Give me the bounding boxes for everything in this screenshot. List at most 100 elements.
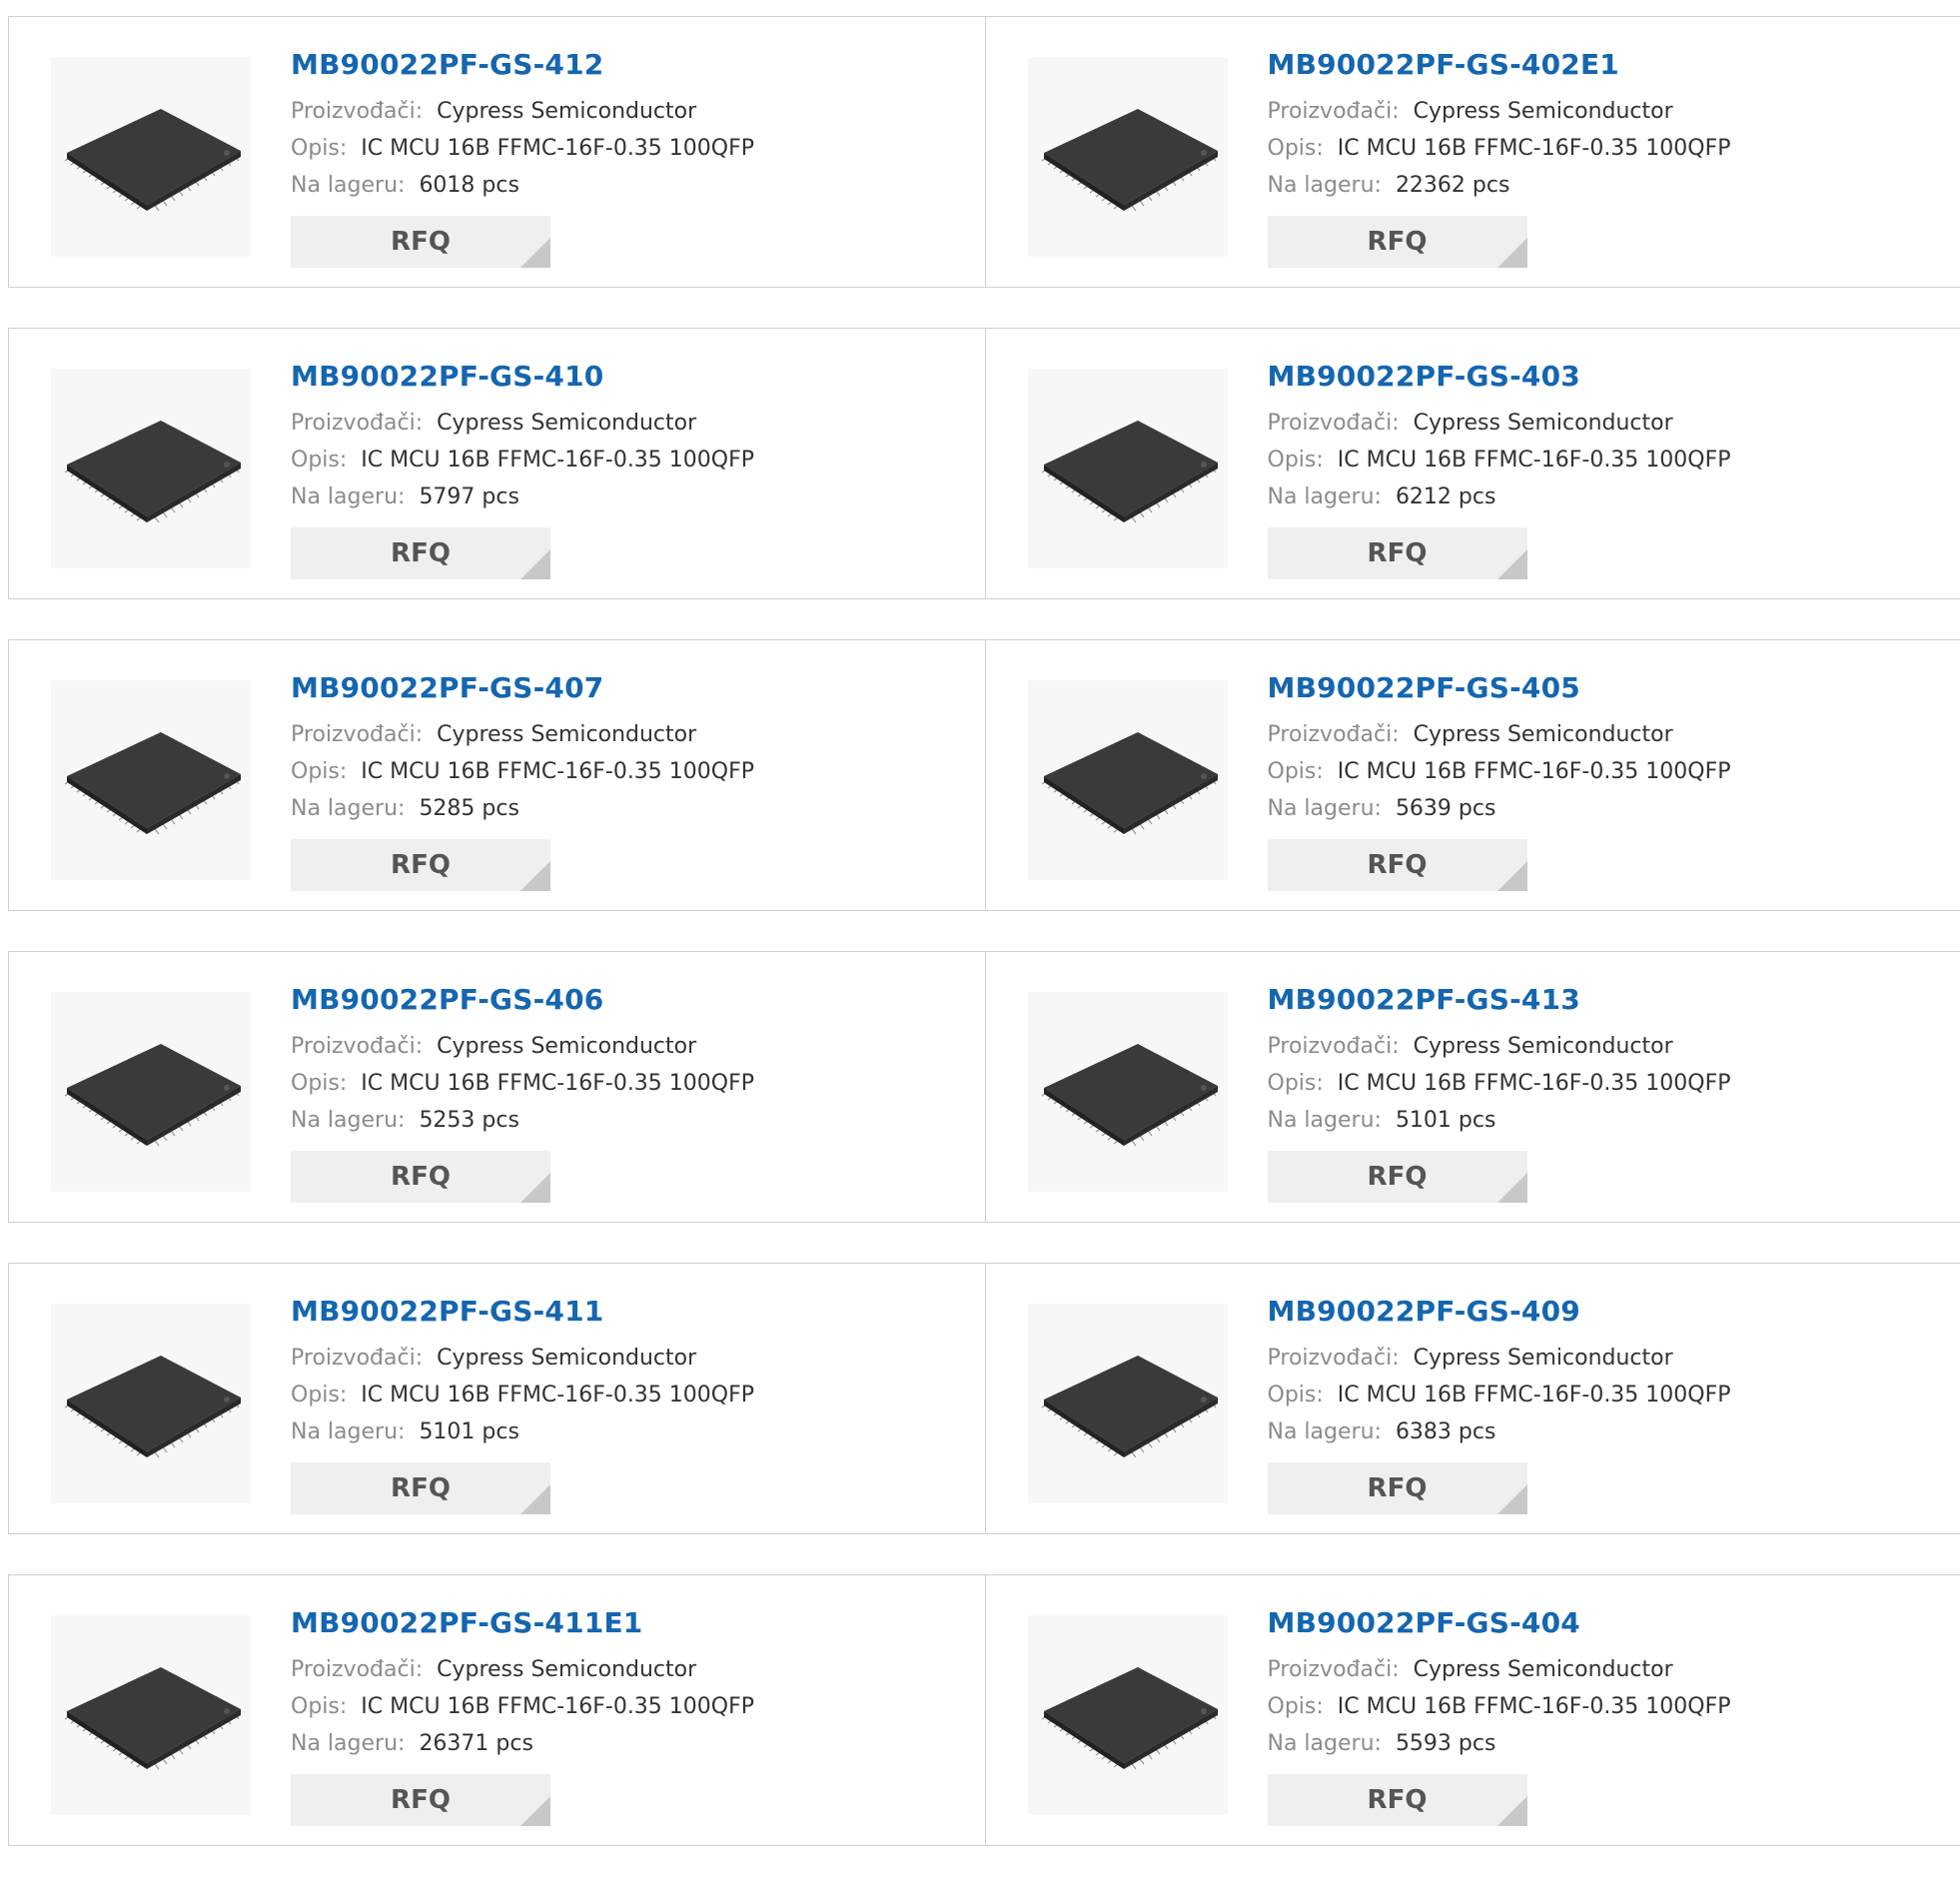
stock-value: 5101 pcs <box>1396 1108 1496 1133</box>
stock-row: Na lageru:5285 pcs <box>291 790 965 827</box>
product-card: MB90022PF-GS-402E1 Proizvođači:Cypress S… <box>986 17 1960 287</box>
stock-label: Na lageru: <box>291 1108 405 1133</box>
product-image[interactable] <box>51 57 251 257</box>
stock-label: Na lageru: <box>291 1731 405 1756</box>
rfq-button-label: RFQ <box>391 850 451 880</box>
description-row: Opis:IC MCU 16B FFMC-16F-0.35 100QFP <box>1268 1377 1941 1414</box>
manufacturer-label: Proizvođači: <box>291 1346 423 1371</box>
stock-label: Na lageru: <box>291 173 405 198</box>
product-image[interactable] <box>1028 57 1228 257</box>
description-label: Opis: <box>291 136 347 161</box>
description-row: Opis:IC MCU 16B FFMC-16F-0.35 100QFP <box>1268 1688 1941 1725</box>
product-title-link[interactable]: MB90022PF-GS-411E1 <box>291 1605 965 1641</box>
product-image[interactable] <box>1028 1304 1228 1503</box>
qfp-chip-icon <box>51 992 251 1192</box>
manufacturer-label: Proizvođači: <box>1268 1346 1400 1371</box>
stock-row: Na lageru:5253 pcs <box>291 1102 965 1139</box>
stock-value: 5797 pcs <box>419 484 519 509</box>
product-title-link[interactable]: MB90022PF-GS-405 <box>1268 670 1941 706</box>
manufacturer-label: Proizvođači: <box>291 411 423 436</box>
stock-row: Na lageru: 5101 pcs <box>1268 1102 1941 1139</box>
manufacturer-label: Proizvođači: <box>1268 99 1400 124</box>
description-label: Opis: <box>291 759 347 784</box>
product-image[interactable] <box>1028 1615 1228 1815</box>
manufacturer-value: Cypress Semiconductor <box>1414 411 1673 436</box>
product-row: MB90022PF-GS-407 Proizvođači:Cypress Sem… <box>8 639 1960 911</box>
product-title-link[interactable]: MB90022PF-GS-411 <box>291 1294 965 1330</box>
stock-row: Na lageru:5101 pcs <box>291 1414 965 1450</box>
rfq-button[interactable]: RFQ <box>291 216 550 268</box>
description-value: IC MCU 16B FFMC-16F-0.35 100QFP <box>361 1694 754 1719</box>
rfq-button[interactable]: RFQ <box>1268 1774 1527 1826</box>
rfq-button[interactable]: RFQ <box>1268 1151 1527 1203</box>
product-image[interactable] <box>1028 369 1228 568</box>
manufacturer-label: Proizvođači: <box>291 99 423 124</box>
rfq-button[interactable]: RFQ <box>291 527 550 579</box>
product-title-link[interactable]: MB90022PF-GS-402E1 <box>1268 47 1941 83</box>
product-title-link[interactable]: MB90022PF-GS-412 <box>291 47 965 83</box>
product-title-link[interactable]: MB90022PF-GS-403 <box>1268 359 1941 395</box>
description-label: Opis: <box>291 448 347 472</box>
product-card: MB90022PF-GS-404 Proizvođači:Cypress Sem… <box>986 1575 1960 1845</box>
manufacturer-value: Cypress Semiconductor <box>437 722 696 747</box>
product-image[interactable] <box>51 992 251 1192</box>
corner-decoration <box>520 1173 550 1203</box>
rfq-button[interactable]: RFQ <box>291 1151 550 1203</box>
product-row: MB90022PF-GS-410 Proizvođači:Cypress Sem… <box>8 328 1960 599</box>
product-image[interactable] <box>51 1304 251 1503</box>
product-image[interactable] <box>1028 680 1228 880</box>
qfp-chip-icon <box>51 680 251 880</box>
rfq-button-label: RFQ <box>1368 850 1428 880</box>
product-title-link[interactable]: MB90022PF-GS-404 <box>1268 1605 1941 1641</box>
manufacturer-row: Proizvođači:Cypress Semiconductor <box>1268 716 1941 753</box>
corner-decoration <box>520 1484 550 1514</box>
product-row: MB90022PF-GS-411 Proizvođači: Cypress Sem… <box>8 1263 1960 1534</box>
manufacturer-row: Proizvođači:Cypress Semiconductor <box>1268 405 1941 442</box>
rfq-button[interactable]: RFQ <box>291 1774 550 1826</box>
manufacturer-row: Proizvođači: Cypress Semiconductor <box>1268 1340 1941 1377</box>
stock-label: Na lageru: <box>291 1419 405 1444</box>
description-row: Opis:IC MCU 16B FFMC-16F-0.35 100QFP <box>1268 753 1941 790</box>
rfq-button[interactable]: RFQ <box>1268 1462 1527 1514</box>
manufacturer-row: Proizvođači:Cypress Semiconductor <box>1268 1651 1941 1688</box>
qfp-chip-icon <box>51 57 251 257</box>
product-title-link[interactable]: MB90022PF-GS-406 <box>291 982 965 1018</box>
rfq-button[interactable]: RFQ <box>1268 839 1527 891</box>
corner-decoration <box>1497 1796 1527 1826</box>
product-title-link[interactable]: MB90022PF-GS-407 <box>291 670 965 706</box>
manufacturer-value: Cypress Semiconductor <box>437 1034 696 1059</box>
product-image[interactable] <box>51 369 251 568</box>
product-image[interactable] <box>51 1615 251 1815</box>
stock-value: 6383 pcs <box>1396 1419 1496 1444</box>
stock-label: Na lageru: <box>1268 796 1382 821</box>
stock-row: Na lageru:6383 pcs <box>1268 1414 1941 1450</box>
rfq-button-label: RFQ <box>391 1473 451 1503</box>
manufacturer-value: Cypress Semiconductor <box>1414 1346 1673 1371</box>
stock-label: Na lageru: <box>1268 1108 1382 1133</box>
description-label: Opis: <box>1268 136 1324 161</box>
rfq-button-label: RFQ <box>391 1162 451 1192</box>
stock-value: 6212 pcs <box>1396 484 1496 509</box>
corner-decoration <box>1497 861 1527 891</box>
qfp-chip-icon <box>1028 1304 1228 1503</box>
product-image[interactable] <box>1028 992 1228 1192</box>
rfq-button[interactable]: RFQ <box>291 839 550 891</box>
rfq-button[interactable]: RFQ <box>1268 527 1527 579</box>
rfq-button-label: RFQ <box>1368 1785 1428 1815</box>
stock-label: Na lageru: <box>291 796 405 821</box>
rfq-button-label: RFQ <box>1368 227 1428 257</box>
manufacturer-row: Proizvođači:Cypress Semiconductor <box>291 716 965 753</box>
rfq-button[interactable]: RFQ <box>291 1462 550 1514</box>
product-title-link[interactable]: MB90022PF-GS-413 <box>1268 982 1941 1018</box>
product-grid: MB90022PF-GS-412 Proizvođači: Cypress Sem… <box>8 16 1960 1886</box>
qfp-chip-icon <box>51 1304 251 1503</box>
corner-decoration <box>1497 238 1527 268</box>
rfq-button[interactable]: RFQ <box>1268 216 1527 268</box>
corner-decoration <box>520 549 550 579</box>
manufacturer-label: Proizvođači: <box>1268 1657 1400 1682</box>
rfq-button-label: RFQ <box>391 538 451 568</box>
product-title-link[interactable]: MB90022PF-GS-410 <box>291 359 965 395</box>
product-title-link[interactable]: MB90022PF-GS-409 <box>1268 1294 1941 1330</box>
manufacturer-row: Proizvođači:Cypress Semiconductor <box>1268 93 1941 130</box>
product-image[interactable] <box>51 680 251 880</box>
